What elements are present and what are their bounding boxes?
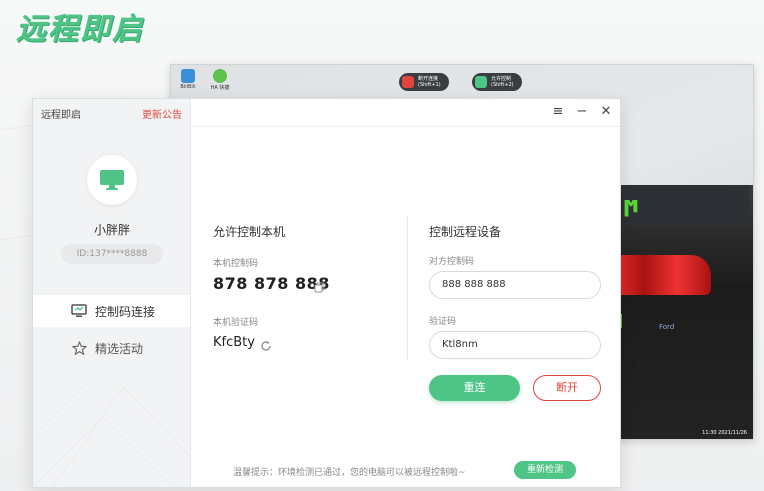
close-button[interactable]: ✕ (598, 104, 614, 120)
local-section-title: 允许控制本机 (213, 225, 286, 239)
refresh-icon[interactable] (260, 337, 272, 356)
copy-icon[interactable] (314, 278, 325, 297)
monster-logo-icon: ϻ (623, 193, 640, 218)
car-taillights (611, 255, 711, 295)
app-icon (181, 69, 195, 83)
title-bar: ≡ − ✕ (191, 99, 620, 127)
remote-desktop-icon-label: HA 快捷 (210, 85, 230, 91)
nav-item-label: 控制码连接 (95, 304, 156, 319)
remote-desktop-icon[interactable]: HA 快捷 (209, 69, 231, 91)
remote-clock-date: 2021/11/26 (718, 430, 747, 436)
ford-badge-icon: Ford (659, 323, 675, 331)
remote-disconnect-pill[interactable]: 断开连接 (Shift+1) (399, 73, 449, 91)
remote-code-label: 对方控制码 (429, 257, 475, 267)
local-control-code: 878 878 888 (213, 274, 330, 293)
user-id-badge: ID:137****8888 (61, 244, 163, 264)
nav-item-control-code[interactable]: 控制码连接 (33, 295, 190, 327)
wallpaper-car-image: ϻ ϻ Ford (603, 185, 753, 439)
monitor-icon (71, 303, 87, 319)
control-icon (475, 76, 487, 88)
remote-verify-input[interactable]: Ktl8nm (429, 331, 601, 359)
pill-subtitle: (Shift+2) (491, 82, 514, 88)
remote-desktop-icons: BiliBili HA 快捷 (177, 69, 231, 91)
remote-desktop-icon-label: BiliBili (180, 84, 196, 90)
section-divider (407, 217, 408, 361)
remote-allow-control-pill[interactable]: 允许控制 (Shift+2) (472, 73, 522, 91)
update-notice-link[interactable]: 更新公告 (142, 106, 182, 121)
menu-button[interactable]: ≡ (550, 104, 566, 120)
remote-clock-time: 11:30 (702, 430, 717, 436)
local-verify-code: KfcBty (213, 335, 255, 350)
disconnect-button[interactable]: 断开 (533, 375, 601, 401)
remote-section-title: 控制远程设备 (429, 225, 502, 239)
remote-code-input[interactable]: 888 888 888 (429, 271, 601, 299)
minimize-button[interactable]: − (574, 104, 590, 120)
reconnect-button[interactable]: 重连 (429, 375, 520, 401)
remote-clock: 11:30 2021/11/26 (702, 430, 747, 436)
sidebar: 远程即启 更新公告 小胖胖 ID:137****8888 控制码连接 精选活动 (33, 99, 191, 487)
app-icon (213, 69, 227, 83)
username: 小胖胖 (93, 223, 130, 237)
remote-desktop-icon[interactable]: BiliBili (177, 69, 199, 91)
local-code-label: 本机控制码 (213, 259, 259, 269)
brand-title: 远程即启 (16, 12, 144, 47)
disconnect-icon (402, 76, 414, 88)
remote-verify-label: 验证码 (429, 317, 457, 327)
pill-subtitle: (Shift+1) (418, 82, 441, 88)
local-verify-label: 本机验证码 (213, 318, 259, 328)
monitor-avatar-icon (100, 170, 124, 190)
avatar[interactable] (87, 155, 137, 205)
app-window: 远程即启 更新公告 小胖胖 ID:137****8888 控制码连接 精选活动 … (32, 98, 621, 488)
environment-tip: 温馨提示：环境检测已通过，您的电脑可以被远程控制啦~ (233, 468, 466, 478)
recheck-button[interactable]: 重新检测 (514, 461, 576, 479)
app-name: 远程即启 (41, 110, 81, 121)
sidebar-decoration (33, 376, 190, 487)
